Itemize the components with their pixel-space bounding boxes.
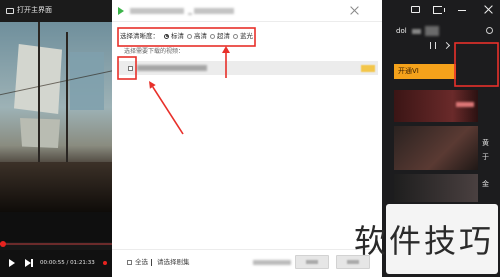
user-name[interactable]: dol <box>396 27 407 36</box>
vip-banner[interactable]: 开通VI <box>394 64 456 79</box>
quality-option-label: 高清 <box>194 32 207 40</box>
blurred-title <box>188 13 192 15</box>
watermark-text: 软件技巧 <box>354 222 495 260</box>
video-scene-hull <box>0 162 112 212</box>
total-time: 01:21:33 <box>70 260 95 266</box>
confirm-button[interactable] <box>295 255 329 269</box>
blurred-video-title <box>137 65 207 71</box>
close-icon[interactable] <box>484 5 493 14</box>
video-frame[interactable] <box>0 22 112 212</box>
blurred-button-label <box>306 260 318 264</box>
quality-option-label: 超清 <box>217 32 230 40</box>
open-main-label: 打开主界面 <box>17 6 52 14</box>
open-main-button[interactable]: 打开主界面 <box>6 6 52 15</box>
download-dialog: 选择清晰度： 标清 高清 超清 蓝光 选择需要下载的视频： 全选 请选择剧集 <box>112 0 382 277</box>
footer-divider <box>151 259 152 266</box>
pause-icon[interactable] <box>430 42 436 49</box>
chevron-right-icon[interactable] <box>442 41 451 50</box>
player-control-bar: 00:00:55 / 01:21:33 <box>0 250 112 277</box>
close-icon[interactable] <box>350 6 359 15</box>
progress-handle[interactable] <box>0 241 6 247</box>
video-tag-badge <box>361 64 375 72</box>
blurred-title <box>130 8 184 14</box>
cast-icon[interactable] <box>433 6 445 14</box>
time-display: 00:00:55 / 01:21:33 <box>40 259 95 267</box>
recommend-title[interactable]: 金 <box>482 180 489 189</box>
video-scene-mast <box>66 32 68 172</box>
video-scene-sky <box>70 52 104 110</box>
recommend-thumbnail[interactable] <box>394 126 478 170</box>
minimize-icon[interactable] <box>458 10 466 11</box>
radio-button[interactable] <box>210 33 215 39</box>
quality-option-label: 标清 <box>171 32 184 40</box>
select-all-checkbox[interactable] <box>127 260 132 265</box>
radio-button[interactable] <box>187 33 192 39</box>
quality-option-label: 蓝光 <box>240 32 253 40</box>
dialog-footer: 全选 请选择剧集 <box>112 249 382 277</box>
time-separator: / <box>66 260 69 266</box>
recommend-thumbnail[interactable] <box>394 90 478 122</box>
video-checkbox[interactable] <box>128 65 133 71</box>
recommend-title[interactable]: 于 <box>482 153 489 162</box>
quality-option-high[interactable]: 高清 <box>187 32 207 40</box>
next-icon[interactable] <box>25 259 34 267</box>
dialog-title-bar <box>112 0 382 22</box>
monitor-icon <box>6 7 14 14</box>
video-list-label: 选择需要下载的视频： <box>124 48 185 55</box>
video-list-item[interactable] <box>118 61 378 75</box>
gear-icon[interactable] <box>486 27 493 34</box>
quality-options: 标清 高清 超清 蓝光 <box>164 32 253 40</box>
recommend-title[interactable]: 黄 <box>482 139 489 148</box>
radio-button[interactable] <box>233 33 238 39</box>
video-scene-mast <box>38 22 40 172</box>
blurred-title <box>194 8 234 14</box>
screen-icon[interactable] <box>411 6 420 13</box>
select-episodes-link[interactable]: 请选择剧集 <box>157 258 190 266</box>
blurred-footer-hint <box>253 260 291 265</box>
video-scene-sail <box>20 118 60 148</box>
next-icon-bar <box>31 259 33 267</box>
quality-option-bluray[interactable]: 蓝光 <box>233 32 253 40</box>
player-top-bar: 打开主界面 <box>0 0 112 22</box>
avatar[interactable] <box>425 26 439 36</box>
blurred-thumbnail-text <box>456 102 474 107</box>
quality-option-standard[interactable]: 标清 <box>164 32 184 40</box>
radio-button[interactable] <box>164 33 169 39</box>
quality-option-super[interactable]: 超清 <box>210 32 230 40</box>
blurred-button-label <box>347 260 359 264</box>
current-time: 00:00:55 <box>40 260 65 266</box>
record-dot-icon[interactable] <box>103 261 107 265</box>
play-icon[interactable] <box>9 259 15 267</box>
video-letterbox <box>0 212 112 242</box>
blurred-user-info <box>412 29 421 34</box>
recommend-thumbnail[interactable] <box>394 174 478 202</box>
progress-bar[interactable] <box>0 241 112 247</box>
select-all-label[interactable]: 全选 <box>135 258 148 266</box>
play-logo-icon <box>118 7 124 15</box>
quality-label: 选择清晰度： <box>120 32 159 40</box>
